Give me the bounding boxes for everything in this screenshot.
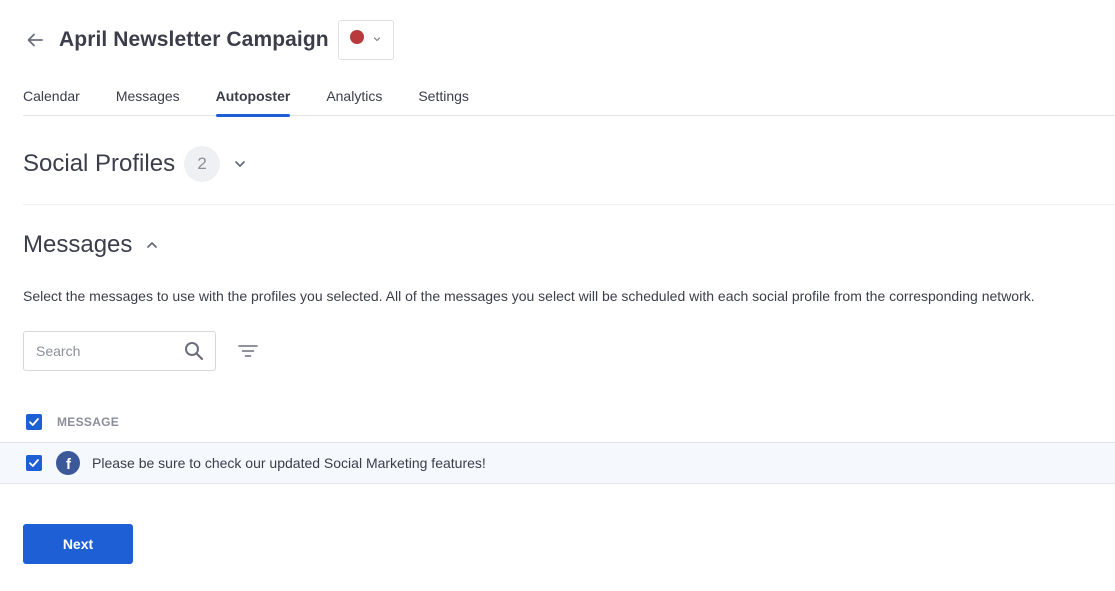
collapse-messages-chevron-up-icon[interactable] bbox=[142, 235, 162, 255]
color-swatch bbox=[349, 30, 364, 44]
color-picker-dropdown[interactable] bbox=[337, 20, 394, 60]
messages-description: Select the messages to use with the prof… bbox=[23, 288, 1035, 304]
facebook-icon: f bbox=[56, 451, 80, 475]
back-arrow-icon[interactable] bbox=[23, 28, 47, 52]
message-text: Please be sure to check our updated Soci… bbox=[92, 455, 486, 471]
social-profiles-title: Social Profiles bbox=[23, 150, 176, 177]
select-all-checkbox[interactable] bbox=[26, 414, 42, 430]
table-row[interactable]: f Please be sure to check our updated So… bbox=[0, 442, 1115, 484]
messages-section: Messages bbox=[23, 227, 162, 263]
tab-autoposter[interactable]: Autoposter bbox=[215, 82, 290, 117]
tab-settings[interactable]: Settings bbox=[418, 82, 469, 116]
table-header: MESSAGE bbox=[0, 403, 1115, 441]
search-box[interactable] bbox=[23, 331, 216, 371]
section-divider bbox=[23, 204, 1115, 205]
page-title: April Newsletter Campaign bbox=[59, 28, 329, 51]
tab-calendar[interactable]: Calendar bbox=[23, 82, 80, 116]
profile-count-badge: 2 bbox=[184, 146, 221, 182]
tab-messages[interactable]: Messages bbox=[116, 82, 180, 116]
column-header-message: MESSAGE bbox=[57, 415, 120, 429]
search-input[interactable] bbox=[36, 343, 183, 359]
tab-bar: Calendar Messages Autoposter Analytics S… bbox=[23, 82, 1115, 117]
expand-profiles-chevron-down-icon[interactable] bbox=[230, 154, 250, 174]
facebook-icon-letter: f bbox=[66, 455, 71, 473]
messages-section-title: Messages bbox=[23, 231, 133, 258]
social-profiles-section: Social Profiles 2 bbox=[23, 145, 250, 183]
filter-icon[interactable] bbox=[236, 339, 260, 363]
page-header: April Newsletter Campaign bbox=[23, 20, 394, 60]
row-checkbox[interactable] bbox=[26, 455, 42, 471]
search-icon[interactable] bbox=[183, 340, 205, 362]
next-button[interactable]: Next bbox=[23, 524, 133, 564]
tab-analytics[interactable]: Analytics bbox=[326, 82, 382, 116]
chevron-down-icon bbox=[372, 31, 382, 49]
